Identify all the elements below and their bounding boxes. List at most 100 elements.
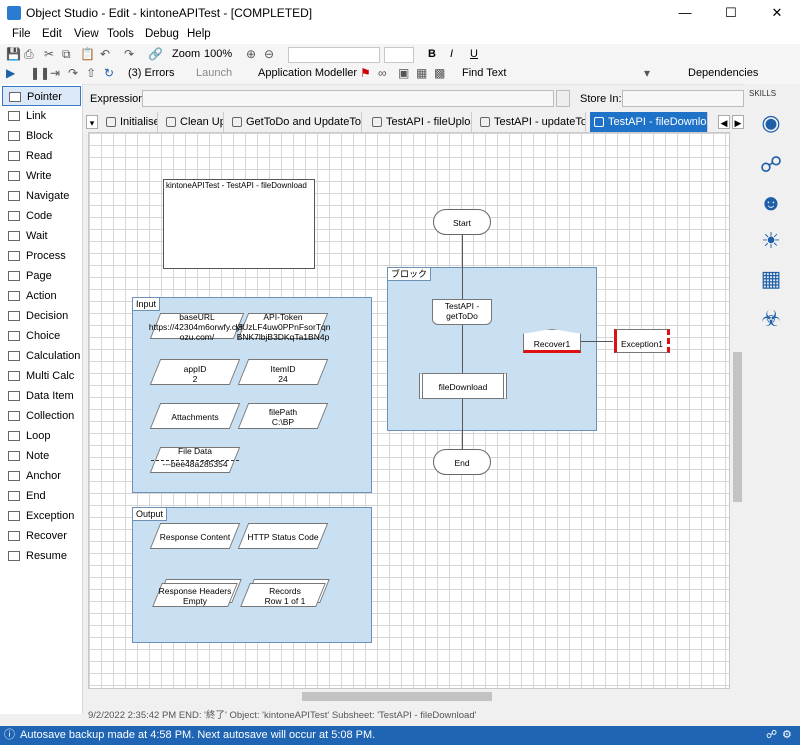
dependencies-button[interactable]: Dependencies	[688, 67, 758, 79]
collection-records: Records Row 1 of 1	[239, 586, 331, 606]
menu-edit[interactable]: Edit	[42, 28, 62, 40]
tool-note[interactable]: Note	[2, 446, 81, 466]
tool-wait[interactable]: Wait	[2, 226, 81, 246]
application-modeller-button[interactable]: Application Modeller	[258, 67, 357, 79]
redo-icon[interactable]: ↷	[124, 47, 134, 61]
tool-end[interactable]: End	[2, 486, 81, 506]
tool-block[interactable]: Block	[2, 126, 81, 146]
expression-builder-button[interactable]	[556, 90, 570, 107]
tool-exception[interactable]: Exception	[2, 506, 81, 526]
zoom-in-icon[interactable]: ⊕	[246, 47, 256, 61]
tab-updatetodo[interactable]: TestAPI - updateTodo	[476, 112, 586, 132]
bold-button[interactable]: B	[428, 48, 436, 60]
menu-view[interactable]: View	[74, 28, 99, 40]
step-icon[interactable]: ⇥	[50, 66, 60, 80]
font-family-select[interactable]	[288, 47, 380, 63]
tool-read[interactable]: Read	[2, 146, 81, 166]
underline-button[interactable]: U	[470, 48, 478, 60]
validate-icon[interactable]: ▣	[398, 66, 409, 80]
menu-file[interactable]: File	[12, 28, 31, 40]
errors-button[interactable]: (3) Errors	[128, 67, 174, 79]
zoom-value[interactable]: 100%	[204, 48, 232, 60]
tool-data-item[interactable]: Data Item	[2, 386, 81, 406]
diagram-canvas[interactable]: kintoneAPITest - TestAPI - fileDownload …	[88, 132, 730, 689]
tool-label: Anchor	[26, 470, 61, 482]
info-box[interactable]: kintoneAPITest - TestAPI - fileDownload	[163, 179, 315, 269]
bulb-icon[interactable]: ☀	[755, 226, 787, 256]
tool-recover[interactable]: Recover	[2, 526, 81, 546]
maze-icon[interactable]: ▦	[755, 264, 787, 294]
horizontal-scrollbar[interactable]	[88, 690, 731, 703]
tool-write[interactable]: Write	[2, 166, 81, 186]
tab-scroll-right[interactable]: ▶	[732, 115, 744, 129]
tab-fileupload[interactable]: TestAPI - fileUpload	[368, 112, 472, 132]
tool-resume[interactable]: Resume	[2, 546, 81, 566]
link-icon[interactable]: 🔗	[148, 47, 163, 61]
brain-icon[interactable]: ☣	[755, 304, 787, 334]
reset-icon[interactable]: ↻	[104, 66, 114, 80]
settings-icon[interactable]: ⚙	[782, 726, 792, 745]
minimize-button[interactable]: —	[662, 0, 708, 26]
vertical-scroll-thumb[interactable]	[733, 352, 742, 502]
tool-calculation[interactable]: Calculation	[2, 346, 81, 366]
flow-link	[462, 431, 463, 449]
tool-collection[interactable]: Collection	[2, 406, 81, 426]
tab-list-dropdown[interactable]: ▾	[86, 115, 98, 129]
tab-gettodo-updatetodo[interactable]: GetToDo and UpdateToDo	[228, 112, 362, 132]
dropdown-icon[interactable]: ▾	[644, 66, 650, 80]
undo-icon[interactable]: ↶	[100, 47, 110, 61]
start-stage[interactable]: Start	[433, 209, 491, 235]
tool-decision[interactable]: Decision	[2, 306, 81, 326]
tool-code[interactable]: Code	[2, 206, 81, 226]
people-icon[interactable]: ☻	[755, 188, 787, 218]
tab-scroll-left[interactable]: ◀	[718, 115, 730, 129]
launch-button[interactable]: Launch	[196, 67, 232, 79]
step-out-icon[interactable]: ⇧	[86, 66, 96, 80]
tool-process[interactable]: Process	[2, 246, 81, 266]
expression-input[interactable]	[142, 90, 554, 107]
menu-tools[interactable]: Tools	[107, 28, 134, 40]
tool-navigate[interactable]: Navigate	[2, 186, 81, 206]
pause-icon[interactable]: ❚❚	[30, 66, 50, 80]
tool-multi-calc[interactable]: Multi Calc	[2, 366, 81, 386]
tab-filedownload[interactable]: TestAPI - fileDownload	[590, 112, 708, 132]
grid-icon[interactable]: ▩	[434, 66, 445, 80]
find-text-button[interactable]: Find Text	[462, 67, 506, 79]
italic-button[interactable]: I	[450, 48, 453, 60]
tool-page[interactable]: Page	[2, 266, 81, 286]
tool-action[interactable]: Action	[2, 286, 81, 306]
maximize-button[interactable]: ☐	[708, 0, 754, 26]
font-size-select[interactable]	[384, 47, 414, 63]
item-name: Records	[269, 586, 301, 596]
copy-icon[interactable]: ⧉	[62, 47, 71, 62]
tool-loop[interactable]: Loop	[2, 426, 81, 446]
save-icon[interactable]: 💾	[6, 47, 21, 61]
vertical-scrollbar[interactable]	[731, 132, 744, 689]
watch-icon[interactable]: ∞	[378, 66, 387, 80]
store-in-input[interactable]	[622, 90, 744, 107]
print-icon[interactable]: ⎙	[24, 47, 34, 62]
eye-icon[interactable]: ◉	[755, 108, 787, 138]
breakpoint-icon[interactable]: ⚑	[360, 66, 371, 80]
tool-link[interactable]: Link	[2, 106, 81, 126]
layout-icon[interactable]: ▦	[416, 66, 427, 80]
cut-icon[interactable]: ✂	[44, 47, 54, 61]
menu-help[interactable]: Help	[187, 28, 211, 40]
run-icon[interactable]: ▶	[6, 66, 15, 80]
menu-debug[interactable]: Debug	[145, 28, 179, 40]
zoom-out-icon[interactable]: ⊖	[264, 47, 274, 61]
close-button[interactable]: ✕	[754, 0, 800, 26]
tab-initialise[interactable]: Initialise	[102, 112, 158, 132]
tool-pointer[interactable]: Pointer	[2, 86, 81, 106]
tool-anchor[interactable]: Anchor	[2, 466, 81, 486]
network-icon[interactable]: ☍	[755, 150, 787, 180]
log-status: 9/2/2022 2:35:42 PM END: '終了' Object: 'k…	[88, 710, 477, 721]
end-stage[interactable]: End	[433, 449, 491, 475]
tool-choice[interactable]: Choice	[2, 326, 81, 346]
item-value: 24	[278, 374, 288, 384]
step-over-icon[interactable]: ↷	[68, 66, 78, 80]
paste-icon[interactable]: 📋	[80, 47, 95, 61]
horizontal-scroll-thumb[interactable]	[302, 692, 492, 701]
tab-clean-up[interactable]: Clean Up	[162, 112, 224, 132]
block-icon	[8, 131, 20, 141]
